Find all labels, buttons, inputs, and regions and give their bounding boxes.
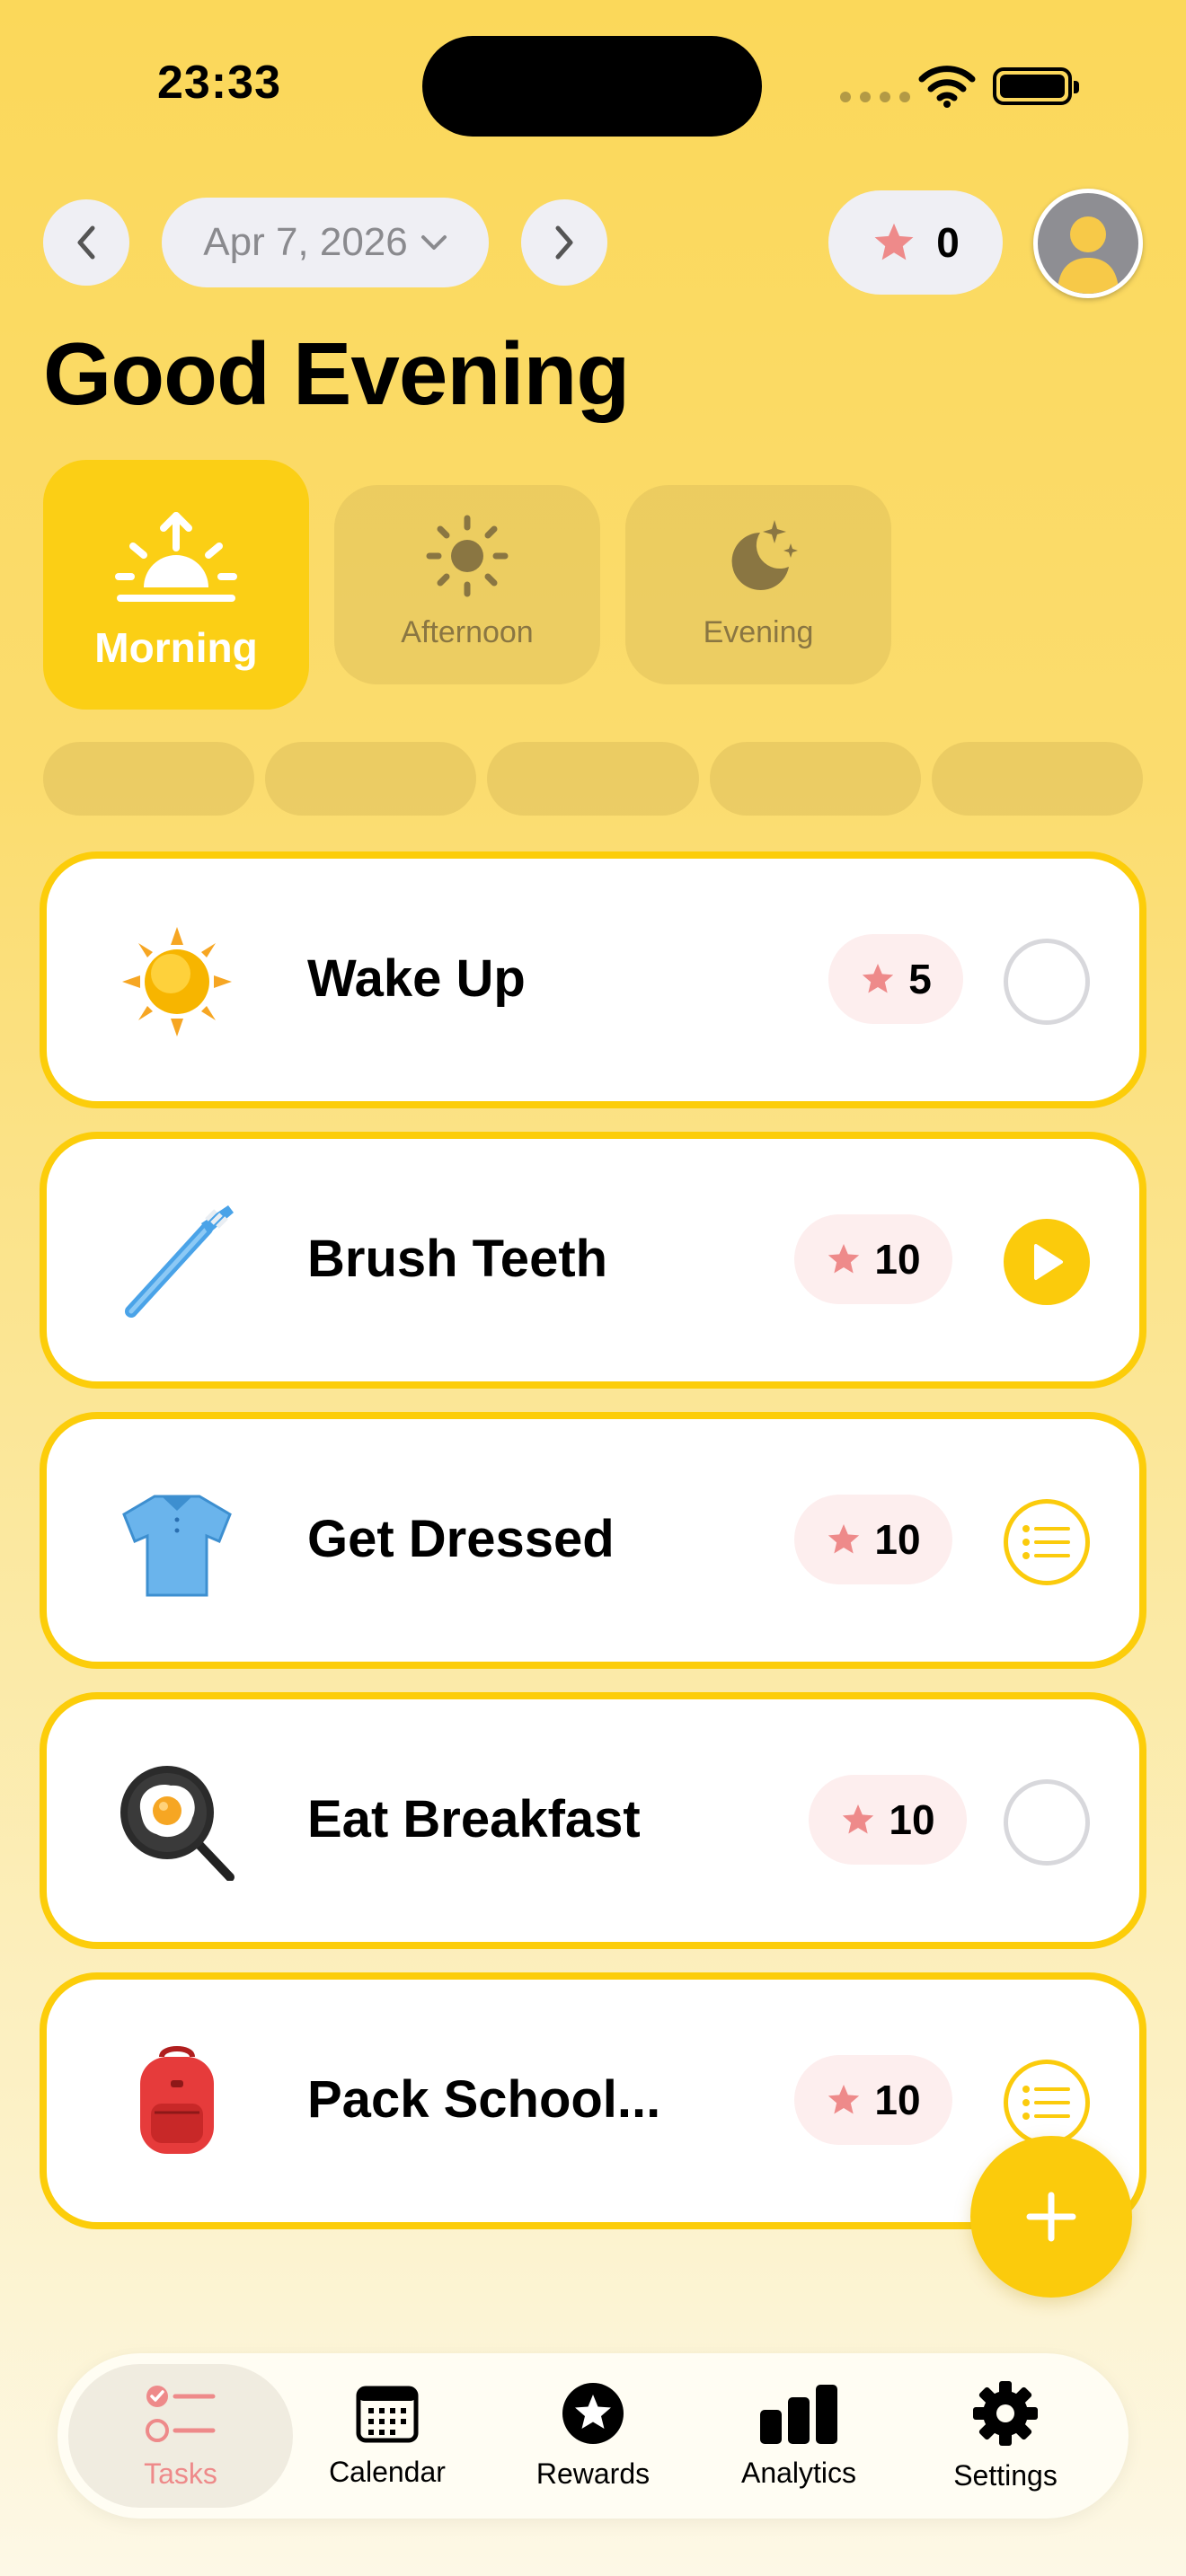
chevron-down-icon (420, 235, 447, 250)
task-title: Eat Breakfast (307, 1790, 641, 1848)
chevron-left-icon (77, 225, 95, 260)
star-icon (828, 2085, 860, 2114)
progress-segment (709, 742, 921, 816)
dynamic-island (422, 36, 762, 137)
calendar-icon (356, 2386, 419, 2442)
task-card[interactable]: Brush Teeth 10 (40, 1132, 1146, 1389)
star-badge-icon (562, 2382, 624, 2444)
tab-rewards[interactable]: Rewards (481, 2364, 705, 2508)
progress-segments (43, 742, 1144, 816)
task-checklist-button[interactable] (1004, 2060, 1090, 2146)
plus-icon (1026, 2192, 1076, 2242)
task-title: Wake Up (307, 949, 526, 1008)
bar-chart-icon (760, 2384, 837, 2444)
task-points-badge: 10 (794, 1495, 952, 1584)
tab-evening-label: Evening (703, 615, 814, 649)
tab-afternoon[interactable]: Afternoon (334, 485, 600, 684)
sunrise-icon (115, 512, 237, 602)
task-title: Get Dressed (307, 1510, 615, 1568)
task-points-badge: 10 (794, 1214, 952, 1304)
star-icon (863, 964, 894, 993)
task-checklist-button[interactable] (1004, 1499, 1090, 1585)
greeting-title: Good Evening (43, 324, 630, 423)
backpack-icon (140, 2046, 214, 2154)
progress-segment (931, 742, 1144, 816)
tab-label: Calendar (329, 2455, 446, 2488)
progress-segment (487, 742, 699, 816)
battery-icon (993, 67, 1079, 105)
tab-afternoon-label: Afternoon (401, 615, 534, 649)
wifi-icon (918, 66, 976, 108)
task-points: 10 (889, 1796, 935, 1843)
chevron-right-icon (555, 225, 573, 260)
task-points: 10 (874, 1516, 921, 1563)
add-task-button[interactable] (970, 2136, 1132, 2298)
person-icon (1058, 216, 1119, 294)
toothbrush-icon (125, 1205, 234, 1318)
cellular-signal-icon (840, 92, 910, 102)
tab-calendar[interactable]: Calendar (275, 2364, 500, 2508)
tab-analytics[interactable]: Analytics (686, 2364, 911, 2508)
points-counter[interactable]: 0 (828, 190, 1003, 295)
tab-morning[interactable]: Morning (43, 460, 309, 710)
tab-morning-label: Morning (94, 624, 258, 671)
date-picker-button[interactable]: Apr 7, 2026 (162, 198, 489, 287)
tab-settings[interactable]: Settings (893, 2364, 1118, 2508)
status-time: 23:33 (157, 57, 281, 109)
task-card[interactable]: Get Dressed 10 (40, 1412, 1146, 1669)
task-points-badge: 5 (828, 934, 963, 1024)
bottom-tab-bar: Tasks Calendar Rewards Analytics Setting… (58, 2353, 1128, 2519)
star-icon (874, 223, 914, 260)
tab-label: Tasks (144, 2457, 217, 2490)
task-points: 10 (874, 1236, 921, 1283)
task-card[interactable]: Eat Breakfast 10 (40, 1692, 1146, 1949)
checklist-icon (146, 2385, 216, 2442)
task-title: Pack School... (307, 2070, 661, 2129)
task-complete-checkbox[interactable] (1004, 1779, 1090, 1866)
star-icon (828, 1244, 860, 1274)
next-day-button[interactable] (521, 199, 607, 286)
tshirt-icon (122, 1495, 232, 1597)
list-icon (1022, 1525, 1070, 1559)
star-icon (828, 1524, 860, 1554)
sun-icon (426, 515, 509, 597)
task-card[interactable]: Wake Up 5 (40, 851, 1146, 1108)
tab-evening[interactable]: Evening (625, 485, 891, 684)
task-play-button[interactable] (1004, 1219, 1090, 1305)
star-icon (843, 1804, 874, 1834)
tab-label: Analytics (740, 2456, 857, 2489)
task-title: Brush Teeth (307, 1230, 608, 1288)
gear-icon (973, 2380, 1038, 2446)
tab-label: Settings (953, 2458, 1058, 2492)
progress-segment (43, 742, 255, 816)
frying-pan-egg-icon (120, 1766, 235, 1881)
points-value: 0 (936, 219, 960, 266)
play-icon (1034, 1244, 1063, 1280)
task-points-badge: 10 (794, 2055, 952, 2145)
list-icon (1022, 2086, 1070, 2120)
tab-tasks[interactable]: Tasks (68, 2364, 293, 2508)
previous-day-button[interactable] (43, 199, 129, 286)
task-points: 5 (908, 956, 932, 1002)
task-points-badge: 10 (809, 1775, 967, 1865)
sun-icon (122, 927, 232, 1037)
date-label: Apr 7, 2026 (203, 220, 408, 264)
task-complete-checkbox[interactable] (1004, 939, 1090, 1025)
progress-segment (265, 742, 477, 816)
moon-stars-icon (731, 520, 798, 590)
tab-label: Rewards (535, 2457, 651, 2490)
task-points: 10 (874, 2077, 921, 2123)
avatar[interactable] (1033, 189, 1143, 298)
